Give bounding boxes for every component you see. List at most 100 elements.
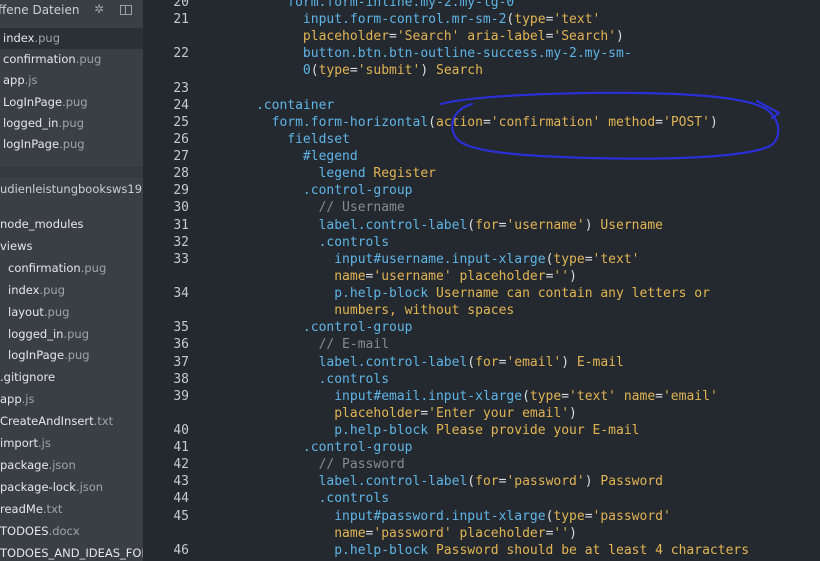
file-name: LogInPage [3, 94, 63, 109]
line-number: 27 [173, 149, 189, 165]
line-number: 38 [173, 371, 189, 387]
code-token: Username [592, 217, 663, 233]
code-token: 'username' [373, 268, 452, 284]
file-name: package-lock [0, 479, 76, 494]
code-token: '' [553, 525, 570, 541]
editor-window: ffene Dateien ✲ index.pug confirmation.pu… [0, 0, 820, 561]
code-token: // E-mail [318, 337, 390, 353]
tree-item[interactable]: TODOES.docx [0, 521, 80, 542]
code-line: 0(type='submit') Search [209, 63, 483, 78]
file-name: app [0, 392, 22, 407]
tree-item[interactable]: package-lock.json [0, 477, 103, 498]
code-token: type [529, 388, 562, 404]
code-line: label.control-label(for='password') Pass… [209, 474, 663, 489]
line-number: 21 [173, 12, 189, 28]
code-line: form.form-horizontal(action='confirmatio… [209, 115, 718, 130]
open-file-item[interactable]: logged_in.pug [0, 113, 84, 134]
tree-item[interactable]: TODOES_AND_IDEAS_FOI [0, 543, 143, 561]
open-file-item[interactable]: index.pug [0, 28, 143, 49]
code-token: 'text' [569, 388, 617, 404]
file-name: import [0, 436, 38, 450]
code-token: name [334, 525, 366, 541]
line-number: 22 [173, 46, 189, 62]
code-line: input#email.input-xlarge(type='text' nam… [209, 389, 718, 404]
open-file-item[interactable]: app.js [0, 70, 38, 91]
code-token: method [608, 114, 656, 130]
tree-item[interactable]: logged_in.pug [0, 324, 89, 345]
code-token: 0 [302, 63, 311, 79]
code-token: label.control-label [318, 354, 468, 370]
code-line: // Password [209, 457, 405, 472]
file-extension: .txt [93, 414, 114, 429]
tree-item[interactable]: confirmation.pug [0, 258, 106, 279]
code-token: // Password [318, 457, 405, 473]
code-token: legend [318, 166, 366, 182]
code-token: action [436, 114, 483, 130]
line-number: 32 [173, 234, 189, 250]
line-number: 39 [173, 388, 189, 404]
code-token: 'email' [662, 388, 718, 404]
code-token: ) [569, 268, 577, 284]
code-token: type [553, 251, 585, 267]
file-extension: .js [21, 392, 35, 407]
file-extension: .docx [48, 523, 80, 538]
code-token: = [655, 388, 663, 404]
line-number: 29 [173, 183, 189, 199]
gear-icon[interactable]: ✲ [94, 2, 104, 16]
code-line: form.form-inline.my-2.my-lg-0 [209, 0, 514, 10]
code-line: input.form-control.mr-sm-2(type='text' [209, 12, 600, 27]
code-token: ) [561, 354, 570, 370]
code-token: = [420, 405, 429, 421]
code-line: input#password.input-xlarge(type='passwo… [209, 509, 671, 524]
code-token: label.control-label [318, 474, 468, 490]
code-token: ) [616, 29, 624, 45]
code-line: button.btn.btn-outline-success.my-2.my-s… [209, 46, 632, 61]
tree-item[interactable]: views [0, 236, 32, 257]
code-token: ) [420, 63, 429, 79]
tree-item[interactable]: app.js [0, 389, 35, 410]
sidebar-divider [0, 167, 143, 177]
code-line: .container [209, 98, 334, 113]
tree-item[interactable]: import.js [0, 433, 51, 454]
file-extension: .json [75, 479, 104, 494]
file-extension: .txt [42, 501, 63, 516]
tree-item[interactable]: index.pug [0, 280, 65, 301]
open-file-item[interactable]: LogInPage.pug [0, 92, 88, 113]
file-extension: .pug [75, 52, 102, 67]
project-title[interactable]: udienleistungbooksws1920 [0, 182, 143, 196]
open-file-item[interactable]: confirmation.pug [0, 49, 101, 70]
file-extension: .js [37, 436, 51, 450]
tree-item[interactable]: layout.pug [0, 302, 69, 323]
tree-item[interactable]: logInPage.pug [0, 345, 90, 366]
code-token: = [584, 251, 593, 267]
code-token: p.help-block [334, 542, 429, 558]
tree-item[interactable]: CreateAndInsert.txt [0, 411, 113, 432]
code-token: placeholder [334, 405, 421, 421]
tree-item[interactable]: .gitignore [0, 367, 55, 388]
code-line: .controls [209, 235, 389, 250]
code-token: 'username' [506, 217, 585, 233]
code-line: numbers, without spaces [209, 303, 514, 318]
open-file-item[interactable]: logInPage.pug [0, 134, 85, 155]
tree-item[interactable]: package.json [0, 455, 76, 476]
tree-item[interactable]: node_modules [0, 214, 84, 235]
code-line: label.control-label(for='username') User… [209, 218, 663, 233]
code-token: button.btn.btn-outline-success.my-2.my-s… [302, 46, 632, 62]
line-number: 37 [173, 354, 189, 370]
code-token: .controls [318, 491, 390, 507]
file-name: package [0, 457, 49, 472]
code-editor[interactable]: 20 form.form-inline.my-2.my-lg-0 21 input… [143, 0, 820, 561]
split-view-icon[interactable] [120, 5, 132, 15]
tree-item[interactable]: readMe.txt [0, 499, 62, 520]
code-token: Register [365, 166, 436, 182]
